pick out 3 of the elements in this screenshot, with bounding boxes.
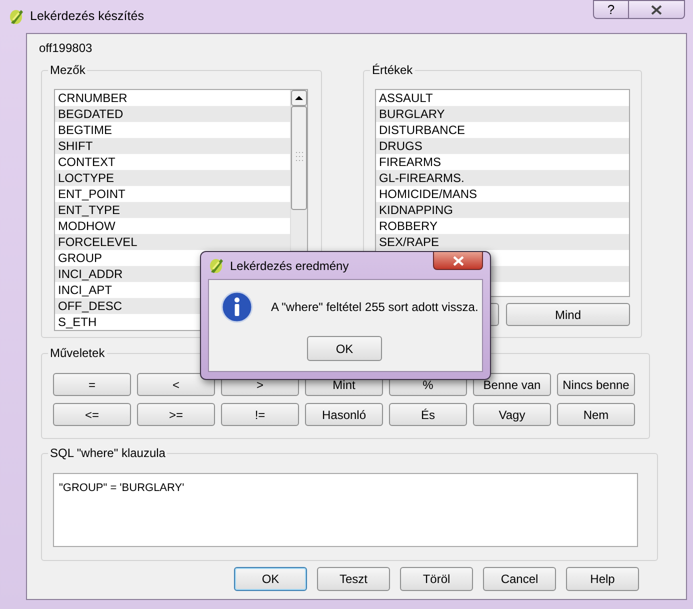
window-title: Lekérdezés készítés (30, 8, 144, 26)
group-title: SQL "where" klauzula (48, 446, 168, 461)
layer-name: off199803 (39, 41, 94, 55)
